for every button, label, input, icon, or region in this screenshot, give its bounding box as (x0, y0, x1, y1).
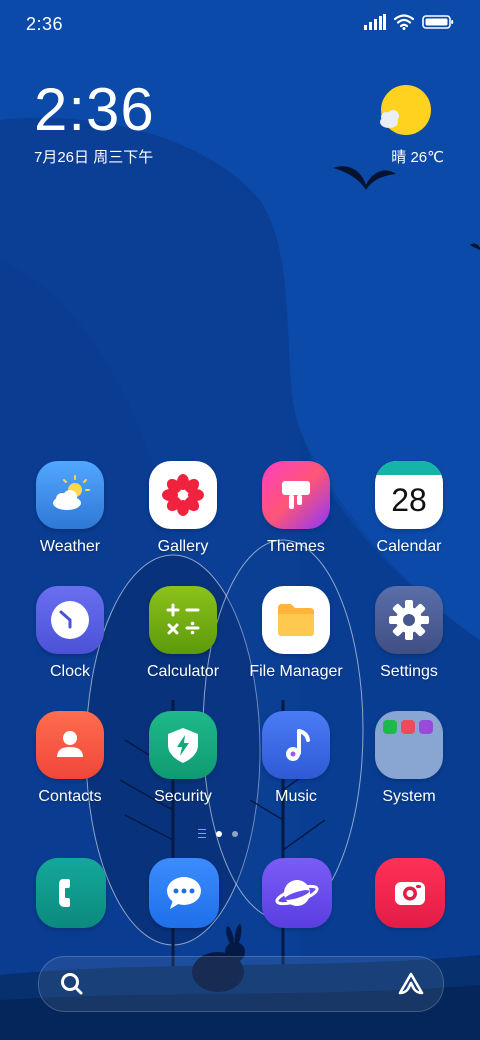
app-label: Gallery (157, 538, 209, 555)
weather-text: 晴 26℃ (391, 149, 444, 166)
clock-widget[interactable]: 2:36 7月26日 周三下午 (34, 78, 155, 167)
app-label: Security (154, 788, 212, 805)
dock-messages[interactable] (149, 858, 219, 928)
app-label: Settings (380, 663, 438, 680)
search-icon[interactable] (59, 971, 85, 997)
contacts-icon (36, 711, 104, 779)
app-label: Calculator (146, 663, 220, 680)
weather-icon (36, 461, 104, 529)
app-file-manager[interactable]: File Manager (246, 586, 346, 696)
downloads-icon (383, 720, 397, 734)
screen-recorder-icon (419, 720, 433, 734)
app-gallery[interactable]: Gallery (133, 461, 233, 571)
page-indicator[interactable] (198, 829, 238, 838)
app-themes[interactable]: Themes (246, 461, 346, 571)
page-dot (232, 830, 238, 837)
phone-icon (36, 858, 106, 928)
dock-camera[interactable] (375, 858, 445, 928)
app-label: Themes (267, 538, 325, 555)
app-contacts[interactable]: Contacts (20, 711, 120, 821)
page-dot-active (216, 830, 222, 837)
app-label: Calendar (376, 538, 442, 555)
file-manager-icon (262, 586, 330, 654)
recorder-icon (401, 720, 415, 734)
sunny-icon (376, 84, 432, 138)
app-settings[interactable]: Settings (359, 586, 459, 696)
clock-time: 2:36 (34, 76, 155, 143)
gallery-icon (149, 461, 217, 529)
app-music[interactable]: Music (246, 711, 346, 821)
themes-icon (262, 461, 330, 529)
assistant-icon[interactable] (397, 971, 425, 997)
dock-browser[interactable] (262, 858, 332, 928)
clock-date: 7月26日 周三下午 (34, 149, 154, 166)
camera-icon (375, 858, 445, 928)
calculator-icon (149, 586, 217, 654)
app-calendar[interactable]: 28 Calendar (359, 461, 459, 571)
search-bar[interactable] (38, 956, 444, 1012)
clock-icon (36, 586, 104, 654)
folder-icon (375, 711, 443, 779)
app-calculator[interactable]: Calculator (133, 586, 233, 696)
browser-icon (262, 858, 332, 928)
status-time: 2:36 (26, 14, 64, 34)
weather-widget[interactable]: 晴 26℃ (364, 84, 444, 167)
status-icons (364, 14, 454, 30)
security-icon (149, 711, 217, 779)
calendar-icon: 28 (375, 461, 443, 529)
app-label: File Manager (249, 663, 343, 680)
app-clock[interactable]: Clock (20, 586, 120, 696)
wifi-icon (394, 14, 414, 30)
signal-icon (364, 14, 386, 30)
app-label: Clock (49, 663, 90, 680)
app-system-folder[interactable]: System (359, 711, 459, 821)
app-label: Contacts (38, 788, 102, 805)
page-indicator-menu (198, 829, 206, 838)
dock-phone[interactable] (36, 858, 106, 928)
app-label: System (382, 788, 436, 805)
calendar-day: 28 (391, 481, 427, 518)
settings-icon (375, 586, 443, 654)
messages-icon (149, 858, 219, 928)
music-icon (262, 711, 330, 779)
status-bar: 2:36 (0, 0, 480, 50)
app-weather[interactable]: Weather (20, 461, 120, 571)
app-label: Weather (39, 538, 101, 555)
app-label: Music (275, 788, 317, 805)
battery-icon (422, 15, 454, 29)
app-security[interactable]: Security (133, 711, 233, 821)
